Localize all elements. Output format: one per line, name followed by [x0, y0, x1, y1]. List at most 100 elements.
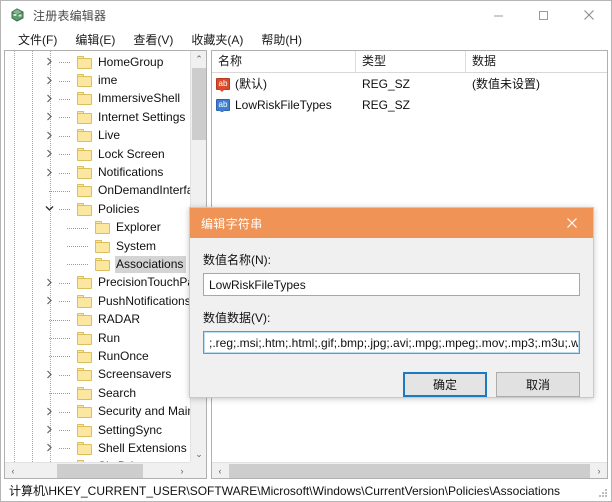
tree-item-homegroup[interactable]: HomeGroup: [5, 53, 190, 71]
tree-item-settingsync[interactable]: SettingSync: [5, 421, 190, 439]
ok-button[interactable]: 确定: [403, 372, 487, 397]
folder-icon: [77, 276, 92, 289]
tree-expander-cell[interactable]: [41, 108, 59, 126]
tree-item-internet-settings[interactable]: Internet Settings: [5, 108, 190, 126]
tree-connector: [67, 246, 77, 247]
tree-expander-cell[interactable]: [41, 90, 59, 108]
tree-expander-cell[interactable]: [41, 439, 59, 457]
tree-indent: [23, 72, 41, 90]
tree-indent: [5, 72, 23, 90]
value-row[interactable]: ab(默认)REG_SZ(数值未设置): [212, 73, 607, 94]
tree-vscroll-thumb[interactable]: [192, 68, 206, 140]
chevron-right-icon[interactable]: [45, 168, 54, 177]
tree-item-pushnotifications[interactable]: PushNotifications: [5, 292, 190, 310]
scroll-right-icon[interactable]: ›: [591, 463, 607, 479]
tree-item-radar[interactable]: RADAR: [5, 310, 190, 328]
tree-item-ime[interactable]: ime: [5, 71, 190, 89]
tree-item-screensavers[interactable]: Screensavers: [5, 366, 190, 384]
tree-indent: [23, 311, 41, 329]
value-row[interactable]: abLowRiskFileTypesREG_SZ: [212, 94, 607, 115]
tree-connector-cell: [59, 311, 77, 329]
resize-grip-icon[interactable]: [598, 488, 608, 498]
tree-expander-cell[interactable]: [41, 274, 59, 292]
scroll-left-icon[interactable]: ‹: [212, 463, 228, 479]
column-header-data[interactable]: 数据: [466, 51, 607, 72]
tree-expander-cell: [59, 255, 77, 273]
scroll-down-icon[interactable]: ⌄: [191, 446, 207, 462]
chevron-right-icon[interactable]: [45, 112, 54, 121]
value-name-cell[interactable]: abLowRiskFileTypes: [212, 98, 356, 112]
tree-item-explorer[interactable]: Explorer: [5, 219, 190, 237]
value-name-input[interactable]: LowRiskFileTypes: [203, 273, 580, 296]
value-name-cell[interactable]: ab(默认): [212, 75, 356, 92]
tree-item-precisiontouchpac[interactable]: PrecisionTouchPac: [5, 274, 190, 292]
registry-tree: HomeGroupimeImmersiveShellInternet Setti…: [5, 51, 190, 462]
tree-horizontal-scrollbar[interactable]: ‹ ›: [5, 462, 190, 478]
tree-expander-cell[interactable]: [41, 200, 59, 218]
chevron-down-icon[interactable]: [45, 204, 54, 213]
tree-item-live[interactable]: Live: [5, 127, 190, 145]
tree-connector: [49, 191, 59, 192]
chevron-right-icon[interactable]: [45, 94, 54, 103]
column-header-type[interactable]: 类型: [356, 51, 466, 72]
values-horizontal-scrollbar[interactable]: ‹ ›: [212, 462, 607, 478]
tree-item-system[interactable]: System: [5, 237, 190, 255]
tree-item-run[interactable]: Run: [5, 329, 190, 347]
menu-favorites[interactable]: 收藏夹(A): [183, 30, 251, 50]
menu-view[interactable]: 查看(V): [125, 30, 181, 50]
tree-expander-cell[interactable]: [41, 421, 59, 439]
tree-item-label: HomeGroup: [97, 54, 166, 71]
tree-indent: [23, 53, 41, 71]
tree-expander-cell[interactable]: [41, 72, 59, 90]
chevron-right-icon[interactable]: [45, 370, 54, 379]
tree-item-search[interactable]: Search: [5, 384, 190, 402]
cancel-button[interactable]: 取消: [496, 372, 580, 397]
scroll-up-icon[interactable]: ⌃: [191, 51, 207, 67]
tree-item-runonce[interactable]: RunOnce: [5, 347, 190, 365]
tree-expander-cell[interactable]: [41, 403, 59, 421]
minimize-button[interactable]: [476, 1, 521, 29]
chevron-right-icon[interactable]: [45, 149, 54, 158]
values-hscroll-thumb[interactable]: [229, 464, 590, 478]
chevron-right-icon[interactable]: [45, 57, 54, 66]
tree-item-notifications[interactable]: Notifications: [5, 163, 190, 181]
chevron-right-icon[interactable]: [45, 296, 54, 305]
chevron-right-icon[interactable]: [45, 131, 54, 140]
chevron-right-icon[interactable]: [45, 76, 54, 85]
column-header-name[interactable]: 名称: [212, 51, 356, 72]
menu-help[interactable]: 帮助(H): [253, 30, 310, 50]
tree-item-security-and-maint[interactable]: Security and Maint: [5, 402, 190, 420]
chevron-right-icon[interactable]: [45, 425, 54, 434]
tree-indent: [5, 329, 23, 347]
tree-expander-cell[interactable]: [41, 292, 59, 310]
maximize-button[interactable]: [521, 1, 566, 29]
scroll-right-icon[interactable]: ›: [174, 463, 190, 479]
tree-expander-cell[interactable]: [41, 127, 59, 145]
folder-icon: [77, 424, 92, 437]
menu-edit[interactable]: 编辑(E): [67, 30, 123, 50]
tree-item-lock-screen[interactable]: Lock Screen: [5, 145, 190, 163]
tree-scroll-area: HomeGroupimeImmersiveShellInternet Setti…: [5, 51, 190, 462]
tree-expander-cell[interactable]: [41, 164, 59, 182]
chevron-right-icon[interactable]: [45, 443, 54, 452]
tree-item-shell-extensions[interactable]: Shell Extensions: [5, 439, 190, 457]
menu-file[interactable]: 文件(F): [10, 30, 65, 50]
tree-item-immersiveshell[interactable]: ImmersiveShell: [5, 90, 190, 108]
scroll-left-icon[interactable]: ‹: [5, 463, 21, 479]
tree-expander-cell[interactable]: [41, 53, 59, 71]
tree-expander-cell[interactable]: [41, 145, 59, 163]
tree-item-label: System: [115, 238, 159, 255]
close-button[interactable]: [566, 1, 611, 29]
chevron-right-icon[interactable]: [45, 407, 54, 416]
tree-item-associations[interactable]: Associations: [5, 255, 190, 273]
dialog-close-button[interactable]: [551, 208, 593, 238]
tree-expander-cell[interactable]: [41, 366, 59, 384]
tree-item-ondemandinterfa[interactable]: OnDemandInterfa: [5, 182, 190, 200]
tree-item-label: Security and Maint: [97, 403, 190, 420]
value-data-input[interactable]: ;.reg;.msi;.htm;.html;.gif;.bmp;.jpg;.av…: [203, 331, 580, 354]
tree-item-policies[interactable]: Policies: [5, 200, 190, 218]
chevron-right-icon[interactable]: [45, 278, 54, 287]
tree-hscroll-thumb[interactable]: [57, 464, 143, 478]
tree-indent: [23, 182, 41, 200]
tree-indent: [41, 255, 59, 273]
